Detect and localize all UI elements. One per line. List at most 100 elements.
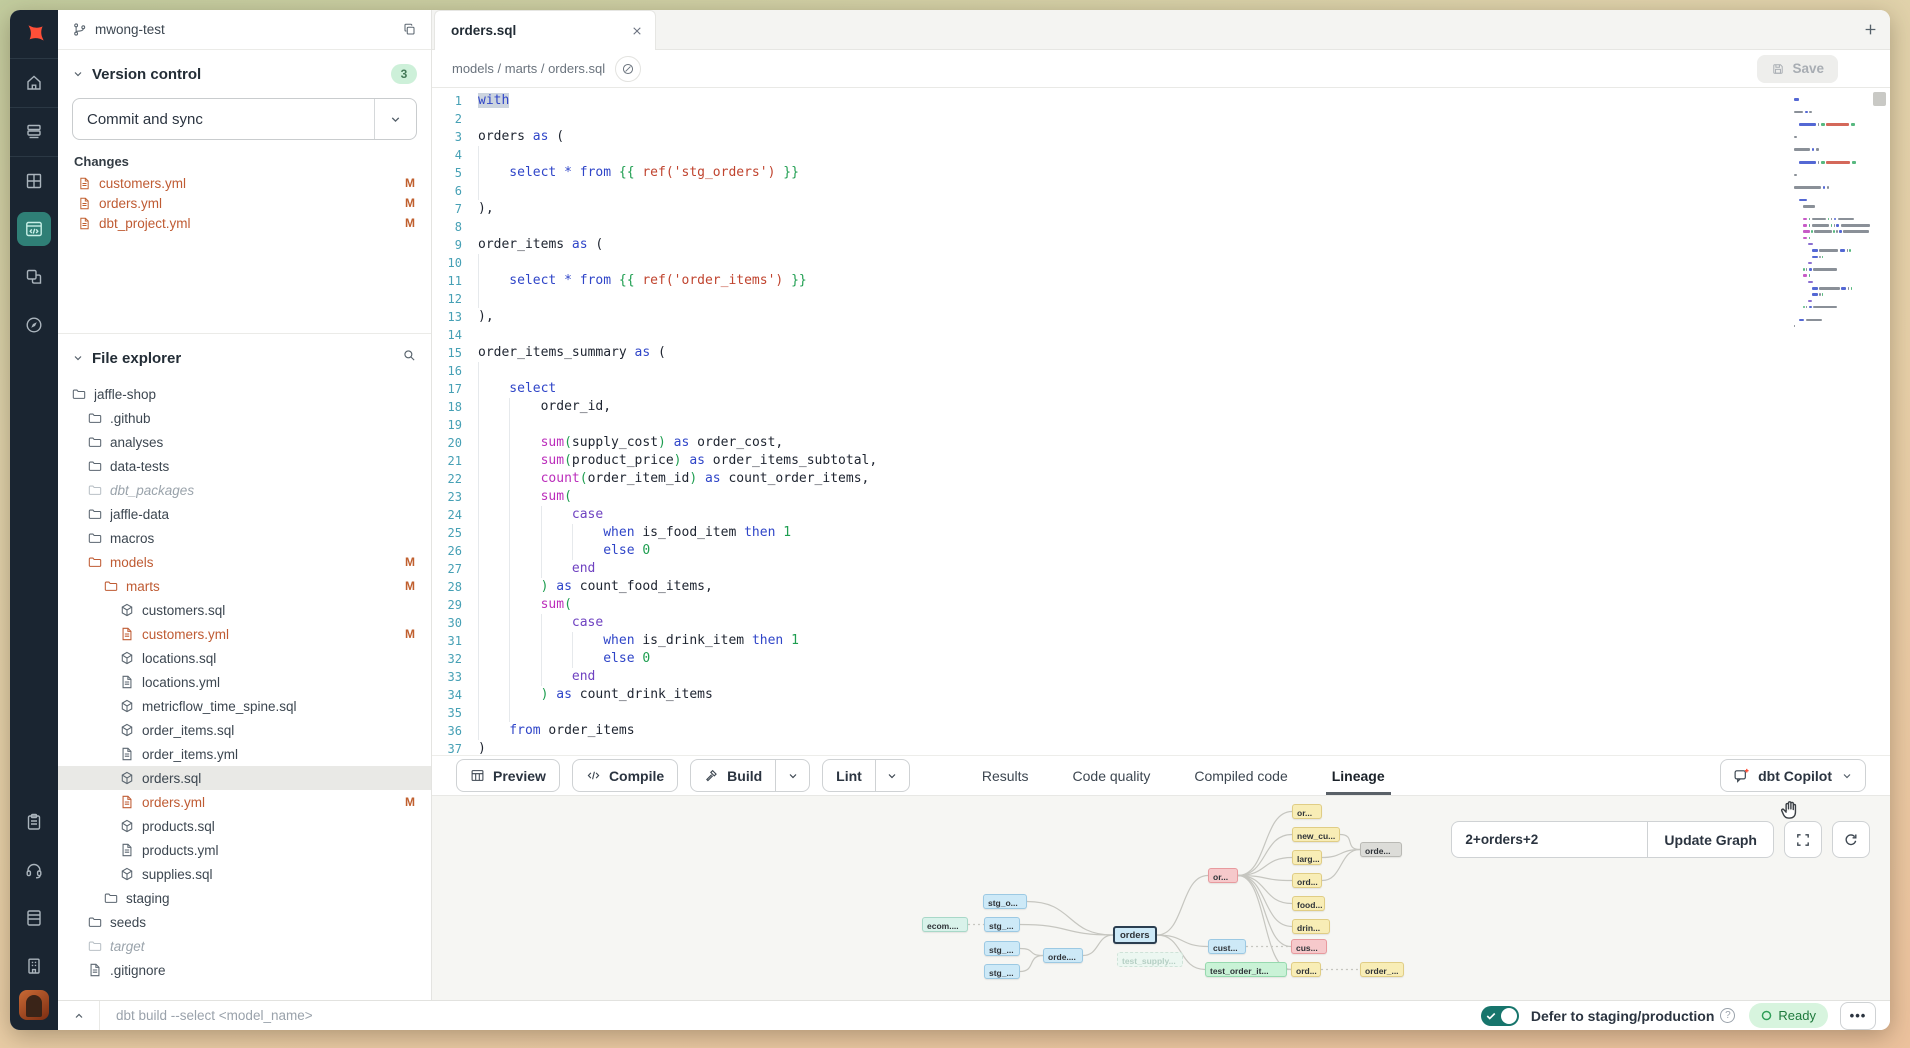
changed-file-row[interactable]: dbt_project.ymlM <box>58 213 431 233</box>
tree-folder-target[interactable]: target <box>58 934 431 958</box>
lineage-panel[interactable]: ecom....stg_o...stg_...stg_...stg_...ord… <box>432 795 1890 1000</box>
tree-file-supplies-sql[interactable]: supplies.sql <box>58 862 431 886</box>
code-line[interactable]: 19 <box>432 416 1790 434</box>
code-line[interactable]: 21sum(product_price) as order_items_subt… <box>432 452 1790 470</box>
tree-file--gitignore[interactable]: .gitignore <box>58 958 431 982</box>
tree-folder-models[interactable]: modelsM <box>58 550 431 574</box>
changed-file-row[interactable]: customers.ymlM <box>58 173 431 193</box>
tree-file-order-items-sql[interactable]: order_items.sql <box>58 718 431 742</box>
code-line[interactable]: 20sum(supply_cost) as order_cost, <box>432 434 1790 452</box>
apps-grid-icon[interactable] <box>10 157 58 205</box>
help-icon[interactable]: ? <box>1720 1008 1735 1023</box>
commit-and-sync-button[interactable]: Commit and sync <box>72 98 417 140</box>
home-icon[interactable] <box>10 59 58 107</box>
code-line[interactable]: 28) as count_food_items, <box>432 578 1790 596</box>
status-badge-ready[interactable]: Ready <box>1749 1003 1828 1028</box>
code-editor-icon[interactable] <box>10 205 58 253</box>
close-icon[interactable] <box>631 25 643 37</box>
chevron-down-icon[interactable] <box>72 352 84 364</box>
compile-button[interactable]: Compile <box>572 759 678 792</box>
changed-file-row[interactable]: orders.ymlM <box>58 193 431 213</box>
lineage-node-stg_a[interactable]: stg_... <box>984 917 1020 932</box>
lineage-node-y3[interactable]: larg... <box>1292 850 1322 865</box>
code-line[interactable]: 22count(order_item_id) as count_order_it… <box>432 470 1790 488</box>
code-line[interactable]: 26else 0 <box>432 542 1790 560</box>
code-line[interactable]: 25when is_food_item then 1 <box>432 524 1790 542</box>
code-line[interactable]: 7), <box>432 200 1790 218</box>
code-line[interactable]: 36from order_items <box>432 722 1790 740</box>
tree-folder-seeds[interactable]: seeds <box>58 910 431 934</box>
code-line[interactable]: 18order_id, <box>432 398 1790 416</box>
user-avatar[interactable] <box>19 990 49 1020</box>
code-line[interactable]: 14 <box>432 326 1790 344</box>
file-search-icon[interactable] <box>402 348 417 368</box>
command-input[interactable]: dbt build --select <model_name> <box>100 1008 1481 1023</box>
lineage-node-y5[interactable]: food... <box>1292 896 1325 911</box>
code-line[interactable]: 3orders as ( <box>432 128 1790 146</box>
lint-options-dropdown[interactable] <box>875 760 909 791</box>
tree-folder-macros[interactable]: macros <box>58 526 431 550</box>
lineage-node-gray[interactable]: orde... <box>1360 842 1402 857</box>
more-options-button[interactable]: ••• <box>1840 1002 1876 1030</box>
lineage-node-cus_pink[interactable]: cus... <box>1291 939 1327 954</box>
orchestration-icon[interactable] <box>10 253 58 301</box>
code-line[interactable]: 9order_items as ( <box>432 236 1790 254</box>
collapse-command-bar-button[interactable] <box>58 1001 100 1030</box>
lineage-node-stg_top[interactable]: stg_o... <box>983 894 1027 909</box>
code-line[interactable]: 34) as count_drink_items <box>432 686 1790 704</box>
minimap[interactable] <box>1790 88 1890 755</box>
chevron-down-icon[interactable] <box>72 68 84 80</box>
tree-folder-dbt-packages[interactable]: dbt_packages <box>58 478 431 502</box>
lineage-node-ord_blue[interactable]: orde.... <box>1043 948 1083 963</box>
lineage-node-y2[interactable]: new_cu... <box>1292 827 1340 842</box>
clipboard-icon[interactable] <box>10 798 58 846</box>
code-line[interactable]: 15order_items_summary as ( <box>432 344 1790 362</box>
tree-folder-staging[interactable]: staging <box>58 886 431 910</box>
tab-code-quality[interactable]: Code quality <box>1071 756 1153 795</box>
tree-folder-marts[interactable]: martsM <box>58 574 431 598</box>
tab-compiled-code[interactable]: Compiled code <box>1192 756 1289 795</box>
dbt-copilot-button[interactable]: dbt Copilot <box>1720 759 1866 792</box>
lineage-node-or_pink[interactable]: or... <box>1208 868 1238 883</box>
lineage-node-orders[interactable]: orders <box>1113 926 1157 944</box>
tree-file-products-sql[interactable]: products.sql <box>58 814 431 838</box>
tree-file-customers-yml[interactable]: customers.ymlM <box>58 622 431 646</box>
lineage-node-y7[interactable]: ord... <box>1291 962 1321 977</box>
branch-name[interactable]: mwong-test <box>95 22 402 37</box>
build-options-dropdown[interactable] <box>775 760 809 791</box>
tree-file-orders-sql[interactable]: orders.sql <box>58 766 431 790</box>
tree-file-products-yml[interactable]: products.yml <box>58 838 431 862</box>
save-button[interactable]: Save <box>1757 55 1838 83</box>
tree-file-customers-sql[interactable]: customers.sql <box>58 598 431 622</box>
code-line[interactable]: 23sum( <box>432 488 1790 506</box>
code-line[interactable]: 11select * from {{ ref('order_items') }} <box>432 272 1790 290</box>
lineage-node-cust[interactable]: cust... <box>1208 939 1246 954</box>
tree-folder-data-tests[interactable]: data-tests <box>58 454 431 478</box>
code-line[interactable]: 27end <box>432 560 1790 578</box>
build-button[interactable]: Build <box>690 759 810 792</box>
tree-file-orders-yml[interactable]: orders.ymlM <box>58 790 431 814</box>
lineage-node-y8[interactable]: order_... <box>1360 962 1404 977</box>
code-line[interactable]: 8 <box>432 218 1790 236</box>
code-editor[interactable]: 1with23orders as (45select * from {{ ref… <box>432 88 1890 755</box>
refresh-button[interactable] <box>1832 821 1870 858</box>
tree-file-locations-sql[interactable]: locations.sql <box>58 646 431 670</box>
code-line[interactable]: 17select <box>432 380 1790 398</box>
code-line[interactable]: 29sum( <box>432 596 1790 614</box>
lineage-node-y6[interactable]: drin... <box>1292 919 1330 934</box>
code-line[interactable]: 16 <box>432 362 1790 380</box>
tab-lineage[interactable]: Lineage <box>1330 756 1387 795</box>
lint-button[interactable]: Lint <box>822 759 910 792</box>
code-line[interactable]: 30case <box>432 614 1790 632</box>
defer-toggle[interactable] <box>1481 1006 1519 1026</box>
version-control-title[interactable]: Version control <box>92 66 391 83</box>
lineage-node-stg_b[interactable]: stg_... <box>984 941 1020 956</box>
tree-file-locations-yml[interactable]: locations.yml <box>58 670 431 694</box>
code-line[interactable]: 5select * from {{ ref('stg_orders') }} <box>432 164 1790 182</box>
dbt-logo-icon[interactable] <box>10 10 58 58</box>
commit-options-dropdown[interactable] <box>374 99 416 139</box>
lineage-node-y1[interactable]: or... <box>1292 804 1322 819</box>
new-tab-button[interactable] <box>1850 10 1890 49</box>
minimap-slider[interactable] <box>1873 92 1886 106</box>
code-line[interactable]: 4 <box>432 146 1790 164</box>
